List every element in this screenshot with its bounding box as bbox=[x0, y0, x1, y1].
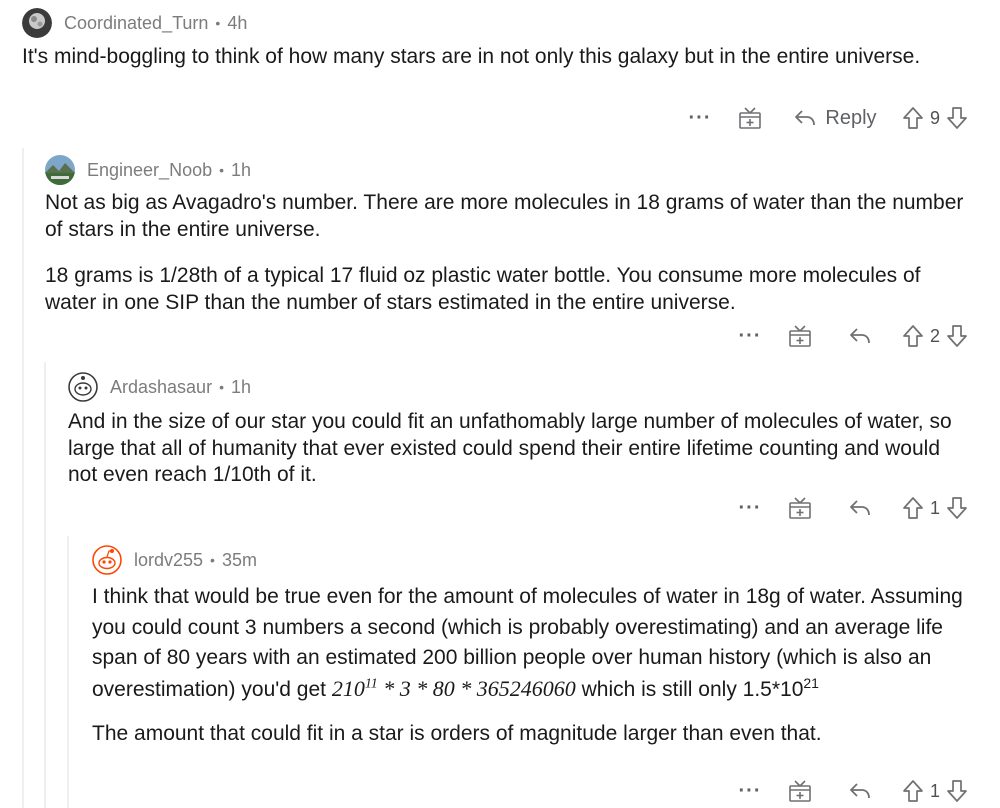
more-icon: ··· bbox=[738, 324, 762, 347]
upvote-icon[interactable] bbox=[902, 779, 924, 803]
reply-button[interactable]: Reply bbox=[780, 107, 890, 130]
username[interactable]: lordv255 bbox=[134, 550, 203, 571]
downvote-icon[interactable] bbox=[946, 324, 968, 348]
comment-meta: Ardashasaur • 1h bbox=[68, 372, 251, 402]
timestamp[interactable]: 4h bbox=[227, 13, 247, 34]
more-options-button[interactable]: ··· bbox=[730, 325, 770, 348]
reply-button[interactable] bbox=[830, 498, 890, 518]
reply-button[interactable] bbox=[830, 326, 890, 346]
avatar[interactable] bbox=[92, 545, 122, 575]
comment-text-after: which is still only 1.5*10 bbox=[575, 677, 804, 701]
username[interactable]: Engineer_Noob bbox=[87, 160, 212, 181]
comment-paragraph: I think that would be true even for the … bbox=[92, 582, 977, 705]
gift-icon bbox=[739, 107, 761, 129]
thread-line-1[interactable] bbox=[22, 148, 24, 808]
reply-icon bbox=[795, 110, 816, 126]
more-options-button[interactable]: ··· bbox=[730, 497, 770, 520]
comment-body: I think that would be true even for the … bbox=[92, 582, 977, 750]
avatar[interactable] bbox=[22, 8, 52, 38]
upvote-icon[interactable] bbox=[902, 496, 924, 520]
gift-icon bbox=[789, 497, 811, 519]
separator-dot: • bbox=[210, 552, 215, 568]
separator-dot: • bbox=[219, 162, 225, 178]
vote-group: 2 bbox=[890, 324, 980, 348]
separator-dot: • bbox=[215, 15, 221, 31]
vote-group: 1 bbox=[890, 779, 980, 803]
comment-paragraph: Not as big as Avagadro's number. There a… bbox=[45, 191, 964, 241]
vote-score: 1 bbox=[929, 780, 940, 801]
avatar[interactable] bbox=[68, 372, 98, 402]
comment-actions: ··· 1 bbox=[690, 776, 980, 806]
timestamp[interactable]: 1h bbox=[231, 377, 251, 398]
vote-score: 1 bbox=[929, 497, 940, 518]
award-button[interactable] bbox=[770, 323, 830, 349]
comment-text: And in the size of our star you could fi… bbox=[68, 410, 952, 486]
more-icon: ··· bbox=[688, 106, 712, 129]
formula: 21011 * 3 * 80 * 365246060 bbox=[332, 676, 576, 701]
final-exponent: 21 bbox=[803, 674, 819, 691]
vote-score: 9 bbox=[929, 107, 940, 128]
reply-icon bbox=[850, 328, 870, 344]
upvote-icon[interactable] bbox=[902, 324, 924, 348]
comment-paragraph: 18 grams is 1/28th of a typical 17 fluid… bbox=[45, 264, 921, 314]
reply-button[interactable] bbox=[830, 781, 890, 801]
avatar[interactable] bbox=[45, 155, 75, 185]
downvote-icon[interactable] bbox=[946, 106, 968, 130]
comment-meta: lordv255 • 35m bbox=[92, 545, 257, 575]
downvote-icon[interactable] bbox=[946, 779, 968, 803]
gift-icon bbox=[789, 780, 811, 802]
comment-body: It's mind-boggling to think of how many … bbox=[22, 44, 922, 71]
vote-group: 9 bbox=[890, 106, 980, 130]
comment-paragraph: The amount that could fit in a star is o… bbox=[92, 722, 822, 745]
formula-base: 210 bbox=[331, 675, 365, 701]
timestamp[interactable]: 1h bbox=[231, 160, 251, 181]
gift-icon bbox=[789, 325, 811, 347]
comment-actions: ··· Reply 9 bbox=[600, 103, 980, 133]
award-button[interactable] bbox=[770, 495, 830, 521]
username[interactable]: Coordinated_Turn bbox=[64, 13, 208, 34]
comment-meta: Coordinated_Turn • 4h bbox=[22, 8, 247, 38]
reply-icon bbox=[850, 500, 870, 516]
username[interactable]: Ardashasaur bbox=[110, 377, 212, 398]
upvote-icon[interactable] bbox=[902, 106, 924, 130]
formula-rest: * 3 * 80 * 365246060 bbox=[377, 675, 576, 701]
timestamp[interactable]: 35m bbox=[222, 550, 257, 571]
comment-text: It's mind-boggling to think of how many … bbox=[22, 45, 921, 68]
comment-actions: ··· 2 bbox=[690, 321, 980, 351]
reply-icon bbox=[850, 783, 870, 799]
formula-exponent: 11 bbox=[364, 676, 378, 692]
thread-line-2[interactable] bbox=[44, 362, 46, 808]
vote-group: 1 bbox=[890, 496, 980, 520]
comment-body: Not as big as Avagadro's number. There a… bbox=[45, 190, 970, 316]
more-options-button[interactable]: ··· bbox=[730, 780, 770, 803]
more-icon: ··· bbox=[738, 779, 762, 802]
comment-body: And in the size of our star you could fi… bbox=[68, 409, 963, 489]
separator-dot: • bbox=[219, 379, 224, 395]
vote-score: 2 bbox=[929, 325, 940, 346]
thread-line-3[interactable] bbox=[67, 536, 69, 808]
downvote-icon[interactable] bbox=[946, 496, 968, 520]
comment-meta: Engineer_Noob • 1h bbox=[45, 155, 251, 185]
reply-label: Reply bbox=[825, 106, 877, 129]
award-button[interactable] bbox=[770, 778, 830, 804]
comment-actions: ··· 1 bbox=[690, 493, 980, 523]
award-button[interactable] bbox=[720, 105, 780, 131]
more-options-button[interactable]: ··· bbox=[680, 107, 720, 130]
more-icon: ··· bbox=[738, 496, 762, 519]
